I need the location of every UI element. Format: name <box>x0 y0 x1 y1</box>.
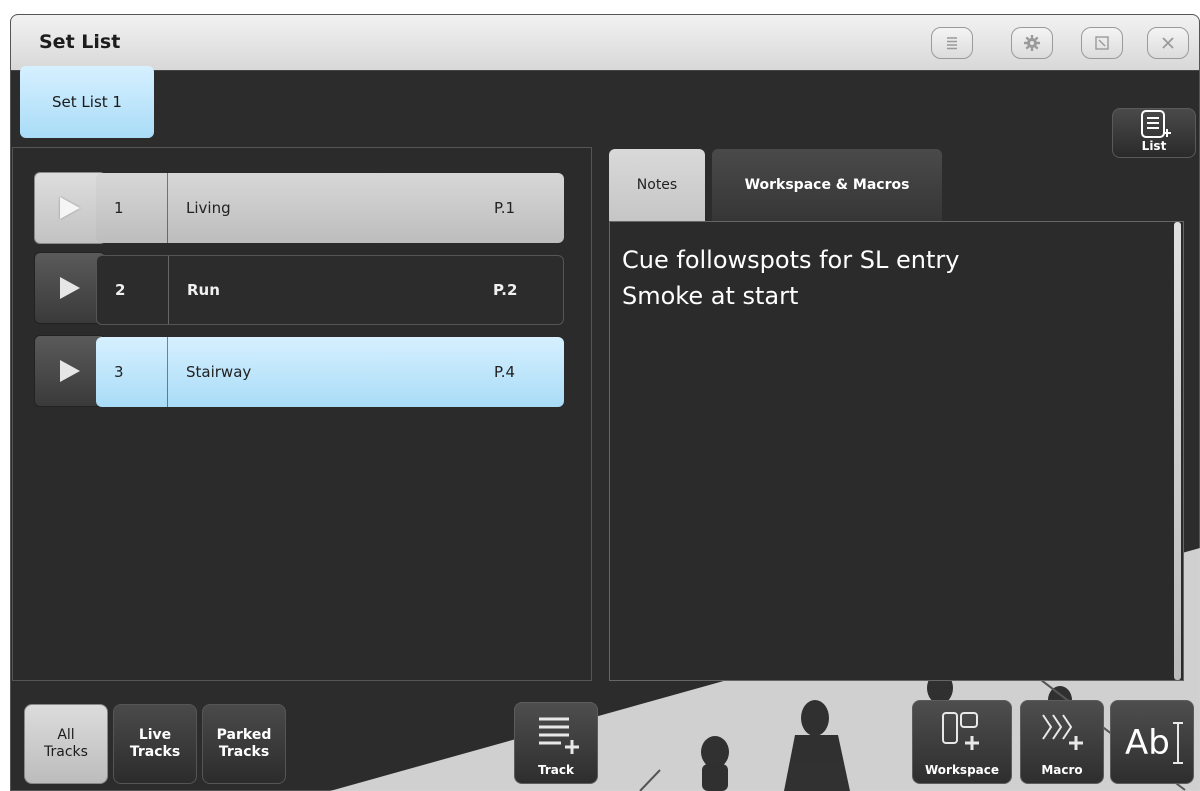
close-icon <box>1162 37 1174 49</box>
tab-notes-label: Notes <box>636 177 678 193</box>
parked-tracks-label-1: Parked <box>216 727 272 744</box>
row-number: 3 <box>96 337 168 407</box>
track-add-icon <box>539 717 579 754</box>
all-tracks-label-2: Tracks <box>44 744 88 760</box>
add-workspace-button[interactable]: Workspace <box>912 700 1012 784</box>
window-title: Set List <box>39 31 121 53</box>
set-list-tab[interactable]: Set List 1 <box>20 66 154 138</box>
restore-icon <box>1095 36 1109 50</box>
track-button-label: Track <box>538 763 574 777</box>
gear-icon <box>1024 35 1040 51</box>
restore-button[interactable] <box>1081 27 1123 59</box>
text-format-button[interactable]: Ab <box>1110 700 1194 784</box>
text-format-label: Ab <box>1125 723 1170 763</box>
live-tracks-button[interactable]: Live Tracks <box>113 704 197 784</box>
macro-add-icon <box>1042 714 1083 750</box>
notes-text-area[interactable]: Cue followspots for SL entry Smoke at st… <box>609 221 1184 681</box>
parked-tracks-label-2: Tracks <box>218 744 270 760</box>
tab-workspace-macros[interactable]: Workspace & Macros <box>712 149 942 221</box>
row-page: P.1 <box>494 199 516 217</box>
row-number: 2 <box>97 256 169 324</box>
all-tracks-label-1: All <box>57 727 75 744</box>
row-page: P.4 <box>494 363 516 381</box>
row-name: Living <box>186 199 231 217</box>
workspace-add-icon <box>942 712 979 750</box>
set-list-tab-label: Set List 1 <box>52 93 122 111</box>
row-number: 1 <box>96 173 168 243</box>
settings-button[interactable] <box>1011 27 1053 59</box>
row-name: Stairway <box>186 363 252 381</box>
add-list-button[interactable]: List <box>1112 108 1196 158</box>
set-list-row[interactable]: 1 Living P.1 <box>96 173 564 243</box>
row-page: P.2 <box>493 281 518 299</box>
add-track-button[interactable]: Track <box>514 702 598 784</box>
macro-button-label: Macro <box>1041 763 1083 777</box>
tab-workspace-macros-label: Workspace & Macros <box>744 177 910 193</box>
title-bar: Set List <box>11 15 1199 71</box>
all-tracks-button[interactable]: All Tracks <box>24 704 108 784</box>
live-tracks-label-2: Tracks <box>129 744 181 760</box>
close-button[interactable] <box>1147 27 1189 59</box>
play-icon <box>60 277 80 299</box>
play-icon <box>60 360 80 382</box>
tab-notes[interactable]: Notes <box>609 149 705 221</box>
play-icon <box>60 197 80 219</box>
set-list-row[interactable]: 3 Stairway P.4 <box>96 337 564 407</box>
row-name: Run <box>187 281 220 299</box>
text-cursor-icon <box>1173 722 1183 764</box>
list-button-label: List <box>1141 139 1167 153</box>
parked-tracks-button[interactable]: Parked Tracks <box>202 704 286 784</box>
live-tracks-label-1: Live <box>138 727 172 744</box>
menu-button[interactable] <box>931 27 973 59</box>
add-macro-button[interactable]: Macro <box>1020 700 1104 784</box>
workspace-button-label: Workspace <box>924 763 1000 777</box>
note-line-1: Cue followspots for SL entry <box>622 246 960 274</box>
menu-icon <box>947 37 957 50</box>
list-add-icon <box>1141 110 1171 138</box>
set-list-row[interactable]: 2 Run P.2 <box>96 255 564 325</box>
note-line-2: Smoke at start <box>622 282 799 310</box>
notes-scrollbar[interactable] <box>1174 222 1181 680</box>
